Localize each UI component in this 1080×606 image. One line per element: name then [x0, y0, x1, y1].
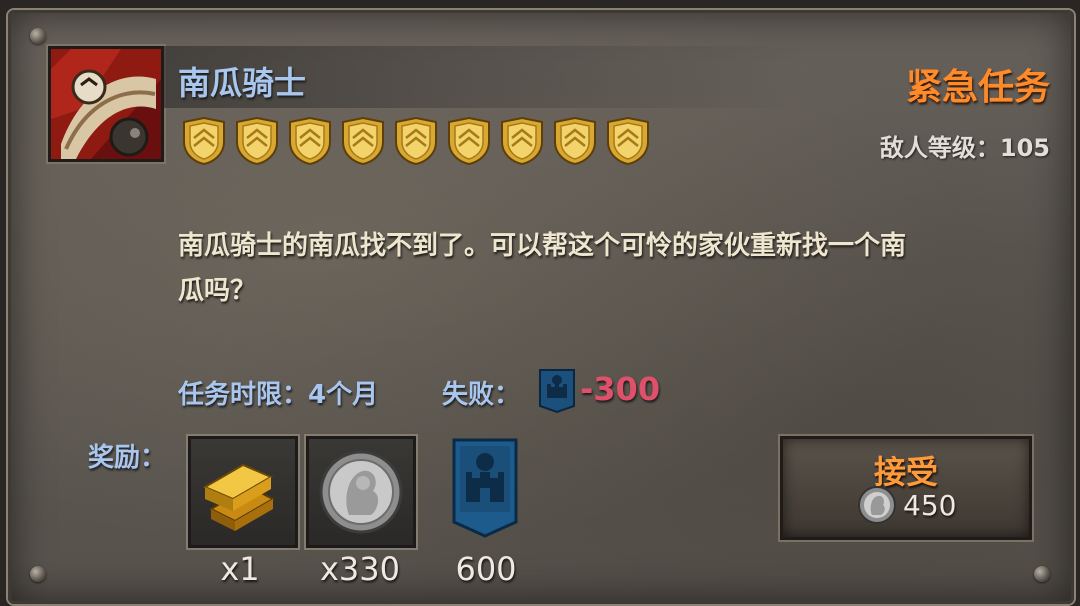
rivet-icon: [30, 566, 46, 582]
quest-name: 南瓜骑士: [178, 64, 307, 102]
difficulty-shield-icon: [233, 116, 281, 166]
silver-coin-icon: [858, 486, 896, 524]
difficulty-shield-icon: [180, 116, 228, 166]
description-line: 南瓜骑士的南瓜找不到了。可以帮这个可怜的家伙重新找一个南: [178, 231, 907, 261]
difficulty-shield-icon: [339, 116, 387, 166]
fail-penalty-value: -300: [580, 370, 661, 408]
difficulty-shield-icon: [498, 116, 546, 166]
silver-coin-icon: [319, 450, 403, 534]
accept-label: 接受: [873, 453, 938, 491]
reward-quantity: x1: [220, 550, 260, 588]
gold-bar-icon: [202, 463, 276, 531]
difficulty-shield-icon: [392, 116, 440, 166]
rewards-label: 奖励：: [88, 443, 167, 473]
pumpkin-knight-portrait: [48, 46, 164, 162]
accept-cost: 450: [903, 489, 957, 522]
reward-quantity: x330: [319, 550, 400, 588]
difficulty-shield-icon: [445, 116, 493, 166]
enemy-level: 敌人等级：105: [879, 134, 1050, 162]
reward-slot[interactable]: [188, 436, 298, 548]
fail-label: 失败：: [442, 380, 521, 410]
fortress-banner-icon: [452, 438, 518, 538]
fortress-banner-icon: [538, 368, 576, 414]
time-limit: 任务时限：4个月: [178, 380, 379, 410]
reward-slot[interactable]: [452, 438, 518, 538]
difficulty-shield-icon: [604, 116, 652, 166]
reward-quantity: 600: [455, 550, 517, 588]
accept-button[interactable]: 接受 450: [780, 436, 1032, 540]
rivet-icon: [1034, 566, 1050, 582]
reward-slot[interactable]: [306, 436, 416, 548]
difficulty-shield-icon: [551, 116, 599, 166]
quest-description: 南瓜骑士的南瓜找不到了。可以帮这个可怜的家伙重新找一个南 瓜吗？: [178, 224, 1038, 314]
description-line: 瓜吗？: [178, 276, 257, 306]
difficulty-rating: [180, 116, 652, 166]
rivet-icon: [30, 28, 46, 44]
quest-type-label: 紧急任务: [905, 67, 1050, 108]
difficulty-shield-icon: [286, 116, 334, 166]
